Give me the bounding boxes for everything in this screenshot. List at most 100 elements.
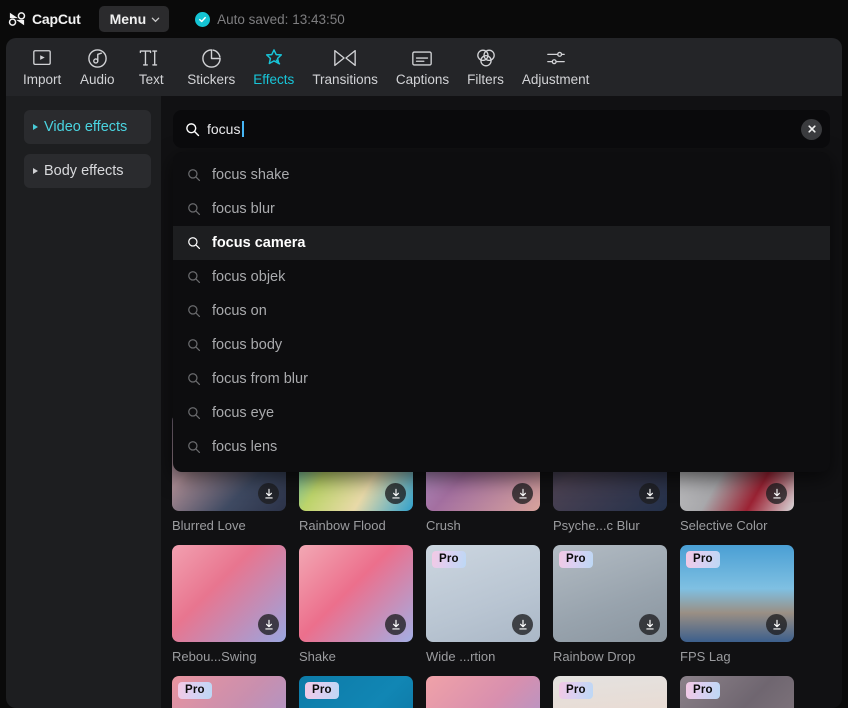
search-suggestions-dropdown: focus shake focus blur focus camera focus o… bbox=[173, 152, 830, 472]
tab-text[interactable]: Text bbox=[124, 41, 178, 93]
search-icon bbox=[187, 440, 201, 454]
suggestion-label: focus lens bbox=[212, 439, 278, 455]
main-toolbar: Import Audio Text Stickers Effects Transition… bbox=[6, 38, 842, 96]
effect-card[interactable]: Pro bbox=[680, 676, 794, 708]
tab-label: Text bbox=[138, 72, 164, 87]
effect-label: Shake bbox=[299, 649, 336, 664]
download-icon[interactable] bbox=[385, 483, 406, 504]
effect-card[interactable]: Pro bbox=[172, 676, 286, 708]
effect-label: Rainbow Flood bbox=[299, 518, 386, 533]
search-icon bbox=[187, 406, 201, 420]
effect-thumbnail[interactable]: Pro bbox=[680, 676, 794, 708]
effects-sidebar: Video effects Body effects bbox=[6, 96, 161, 708]
sidebar-item-label: Body effects bbox=[44, 163, 124, 179]
search-bar[interactable]: focus bbox=[173, 110, 830, 148]
tab-stickers[interactable]: Stickers bbox=[178, 41, 244, 93]
check-circle-icon bbox=[195, 11, 211, 27]
suggestion-item[interactable]: focus eye bbox=[173, 396, 830, 430]
clear-search-button[interactable] bbox=[801, 118, 822, 140]
pro-badge: Pro bbox=[305, 682, 339, 699]
search-icon bbox=[187, 338, 201, 352]
captions-icon bbox=[411, 47, 433, 69]
tab-audio[interactable]: Audio bbox=[70, 41, 124, 93]
suggestion-item[interactable]: focus on bbox=[173, 294, 830, 328]
close-icon bbox=[807, 125, 816, 133]
effect-thumbnail[interactable]: Pro bbox=[172, 676, 286, 708]
suggestion-item[interactable]: focus objek bbox=[173, 260, 830, 294]
suggestion-item[interactable]: focus lens bbox=[173, 430, 830, 464]
download-icon[interactable] bbox=[258, 614, 279, 635]
import-icon bbox=[31, 47, 53, 69]
effect-card[interactable]: Pro FPS Lag bbox=[680, 545, 794, 664]
effect-thumbnail[interactable]: Pro bbox=[553, 676, 667, 708]
search-icon bbox=[187, 168, 201, 182]
suggestion-item[interactable]: focus body bbox=[173, 328, 830, 362]
tab-label: Adjustment bbox=[521, 72, 590, 87]
effect-label: Crush bbox=[426, 518, 461, 533]
effect-thumbnail[interactable]: Pro bbox=[553, 545, 667, 642]
autosave-text: Auto saved: 13:43:50 bbox=[217, 11, 345, 27]
tab-label: Transitions bbox=[312, 72, 378, 87]
effect-card[interactable]: Shake bbox=[299, 545, 413, 664]
tab-label: Filters bbox=[467, 72, 504, 87]
tab-adjustment[interactable]: Adjustment bbox=[513, 41, 599, 93]
effect-label: Wide ...rtion bbox=[426, 649, 496, 664]
pro-badge: Pro bbox=[559, 682, 593, 699]
effect-label: FPS Lag bbox=[680, 649, 731, 664]
effect-card[interactable]: Pro bbox=[299, 676, 413, 708]
effect-label: Psyche...c Blur bbox=[553, 518, 640, 533]
download-icon[interactable] bbox=[766, 483, 787, 504]
effects-star-icon bbox=[263, 47, 285, 69]
download-icon[interactable] bbox=[512, 614, 533, 635]
suggestion-item[interactable]: focus camera bbox=[173, 226, 830, 260]
search-input[interactable]: focus bbox=[207, 121, 240, 137]
download-icon[interactable] bbox=[639, 614, 660, 635]
download-icon[interactable] bbox=[766, 614, 787, 635]
effects-grid-row: Rebou...Swing Shake Pro Wide ...rtion Pro Rai… bbox=[172, 545, 832, 664]
effect-thumbnail[interactable]: Pro bbox=[299, 676, 413, 708]
suggestion-item[interactable]: focus from blur bbox=[173, 362, 830, 396]
suggestion-label: focus shake bbox=[212, 167, 290, 183]
tab-label: Effects bbox=[253, 72, 295, 87]
tab-transitions[interactable]: Transitions bbox=[303, 41, 387, 93]
download-icon[interactable] bbox=[512, 483, 533, 504]
effect-card[interactable]: Pro Wide ...rtion bbox=[426, 545, 540, 664]
menu-button[interactable]: Menu bbox=[98, 6, 170, 32]
app-name: CapCut bbox=[32, 11, 81, 27]
effect-thumbnail[interactable] bbox=[426, 676, 540, 708]
chevron-down-icon bbox=[151, 17, 160, 22]
pro-badge: Pro bbox=[559, 551, 593, 568]
suggestion-item[interactable]: focus shake bbox=[173, 158, 830, 192]
search-icon bbox=[187, 202, 201, 216]
triangle-right-icon bbox=[33, 168, 38, 174]
tab-import[interactable]: Import bbox=[14, 41, 70, 93]
tab-label: Captions bbox=[395, 72, 450, 87]
effect-card[interactable]: Pro bbox=[553, 676, 667, 708]
sidebar-item-label: Video effects bbox=[44, 119, 128, 135]
tab-filters[interactable]: Filters bbox=[458, 41, 513, 93]
search-icon bbox=[187, 372, 201, 386]
effect-card[interactable] bbox=[426, 676, 540, 708]
filters-icon bbox=[475, 47, 497, 69]
effect-thumbnail[interactable] bbox=[172, 545, 286, 642]
sidebar-item-body-effects[interactable]: Body effects bbox=[24, 154, 151, 188]
tab-captions[interactable]: Captions bbox=[387, 41, 458, 93]
effect-label: Rainbow Drop bbox=[553, 649, 636, 664]
download-icon[interactable] bbox=[385, 614, 406, 635]
effect-thumbnail[interactable]: Pro bbox=[426, 545, 540, 642]
download-icon[interactable] bbox=[258, 483, 279, 504]
text-icon bbox=[139, 47, 163, 69]
effect-card[interactable]: Rebou...Swing bbox=[172, 545, 286, 664]
download-icon[interactable] bbox=[639, 483, 660, 504]
effect-thumbnail[interactable] bbox=[299, 545, 413, 642]
autosave-status: Auto saved: 13:43:50 bbox=[195, 11, 345, 27]
suggestion-label: focus camera bbox=[212, 235, 306, 251]
suggestion-item[interactable]: focus blur bbox=[173, 192, 830, 226]
pro-badge: Pro bbox=[432, 551, 466, 568]
effect-card[interactable]: Pro Rainbow Drop bbox=[553, 545, 667, 664]
tab-effects[interactable]: Effects bbox=[244, 41, 303, 93]
search-icon bbox=[187, 304, 201, 318]
sidebar-item-video-effects[interactable]: Video effects bbox=[24, 110, 151, 144]
pro-badge: Pro bbox=[686, 551, 720, 568]
effect-thumbnail[interactable]: Pro bbox=[680, 545, 794, 642]
